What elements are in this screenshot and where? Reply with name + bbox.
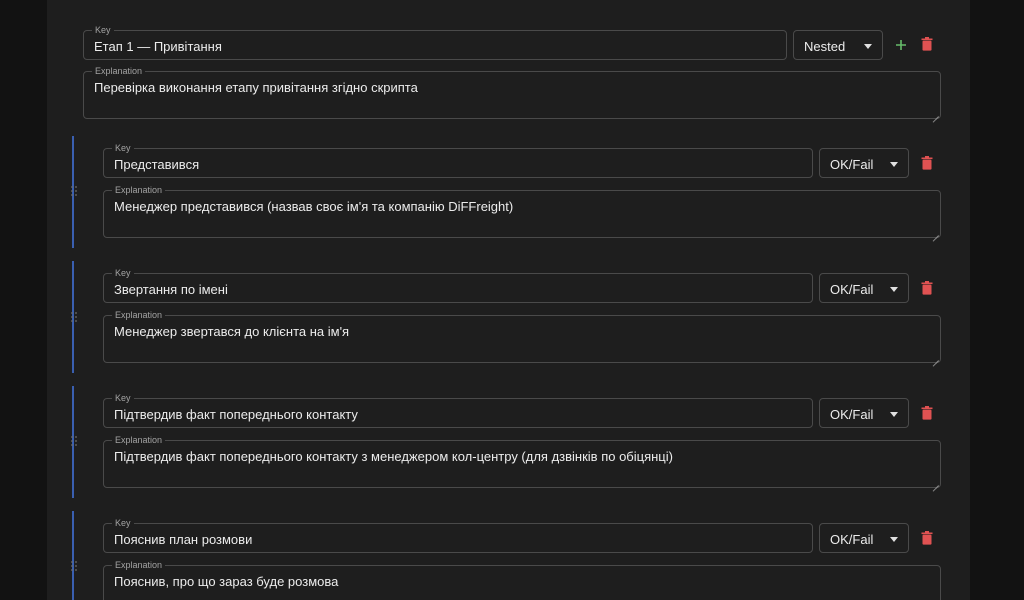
- plus-icon: [896, 40, 906, 50]
- child-key-field[interactable]: Key Підтвердив факт попереднього контакт…: [103, 392, 813, 428]
- explanation-label: Explanation: [92, 65, 146, 77]
- parent-type-value: Nested: [804, 39, 846, 54]
- resize-handle-icon[interactable]: [931, 353, 939, 361]
- child-key-field[interactable]: Key Представився: [103, 142, 813, 178]
- delete-child-button[interactable]: [918, 529, 936, 547]
- key-label: Key: [112, 517, 134, 529]
- resize-handle-icon[interactable]: [931, 228, 939, 236]
- child-explanation-value: Підтвердив факт попереднього контакту з …: [114, 449, 673, 464]
- delete-child-button[interactable]: [918, 279, 936, 297]
- key-label: Key: [112, 267, 134, 279]
- delete-parent-button[interactable]: [918, 35, 936, 53]
- child-explanation-field[interactable]: Explanation Менеджер представився (назва…: [103, 184, 941, 238]
- chevron-down-icon: [890, 287, 898, 292]
- drag-handle-icon[interactable]: [71, 186, 77, 196]
- child-type-value: OK/Fail: [830, 157, 874, 172]
- child-type-select[interactable]: OK/Fail: [819, 523, 909, 553]
- drag-handle-icon[interactable]: [71, 436, 77, 446]
- right-gutter: [970, 0, 1024, 600]
- nest-indicator: [72, 511, 74, 600]
- child-explanation-value: Менеджер представився (назвав своє ім'я …: [114, 199, 514, 214]
- criteria-editor-panel: Key Етап 1 — Привітання Nested Explanati…: [47, 0, 970, 600]
- child-type-value: OK/Fail: [830, 282, 874, 297]
- delete-child-button[interactable]: [918, 154, 936, 172]
- trash-icon: [921, 37, 933, 51]
- parent-explanation-field[interactable]: Explanation Перевірка виконання етапу пр…: [83, 65, 941, 119]
- parent-explanation-value: Перевірка виконання етапу привітання згі…: [94, 80, 418, 95]
- child-type-select[interactable]: OK/Fail: [819, 398, 909, 428]
- delete-child-button[interactable]: [918, 404, 936, 422]
- drag-handle-icon[interactable]: [71, 312, 77, 322]
- drag-handle-icon[interactable]: [71, 561, 77, 571]
- child-key-value: Представився: [114, 157, 200, 172]
- explanation-label: Explanation: [112, 559, 166, 571]
- trash-icon: [921, 156, 933, 170]
- child-key-field[interactable]: Key Звертання по імені: [103, 267, 813, 303]
- left-gutter: [0, 0, 47, 600]
- child-type-value: OK/Fail: [830, 532, 874, 547]
- explanation-label: Explanation: [112, 184, 166, 196]
- child-explanation-value: Пояснив, про що зараз буде розмова: [114, 574, 339, 589]
- parent-key-value: Етап 1 — Привітання: [94, 39, 222, 54]
- key-label: Key: [112, 142, 134, 154]
- child-type-select[interactable]: OK/Fail: [819, 148, 909, 178]
- child-explanation-field[interactable]: Explanation Пояснив, про що зараз буде р…: [103, 559, 941, 600]
- chevron-down-icon: [890, 412, 898, 417]
- child-key-value: Пояснив план розмови: [114, 532, 253, 547]
- key-label: Key: [112, 392, 134, 404]
- key-label: Key: [92, 24, 114, 36]
- parent-type-select[interactable]: Nested: [793, 30, 883, 60]
- child-explanation-field[interactable]: Explanation Менеджер звертався до клієнт…: [103, 309, 941, 363]
- child-explanation-value: Менеджер звертався до клієнта на ім'я: [114, 324, 350, 339]
- child-type-select[interactable]: OK/Fail: [819, 273, 909, 303]
- resize-handle-icon[interactable]: [931, 109, 939, 117]
- child-key-value: Звертання по імені: [114, 282, 228, 297]
- chevron-down-icon: [864, 44, 872, 49]
- child-key-value: Підтвердив факт попереднього контакту: [114, 407, 358, 422]
- chevron-down-icon: [890, 162, 898, 167]
- trash-icon: [921, 531, 933, 545]
- trash-icon: [921, 281, 933, 295]
- explanation-label: Explanation: [112, 309, 166, 321]
- add-child-button[interactable]: [892, 36, 910, 54]
- child-type-value: OK/Fail: [830, 407, 874, 422]
- parent-key-field[interactable]: Key Етап 1 — Привітання: [83, 24, 787, 60]
- chevron-down-icon: [890, 537, 898, 542]
- resize-handle-icon[interactable]: [931, 478, 939, 486]
- trash-icon: [921, 406, 933, 420]
- child-key-field[interactable]: Key Пояснив план розмови: [103, 517, 813, 553]
- child-explanation-field[interactable]: Explanation Підтвердив факт попереднього…: [103, 434, 941, 488]
- explanation-label: Explanation: [112, 434, 166, 446]
